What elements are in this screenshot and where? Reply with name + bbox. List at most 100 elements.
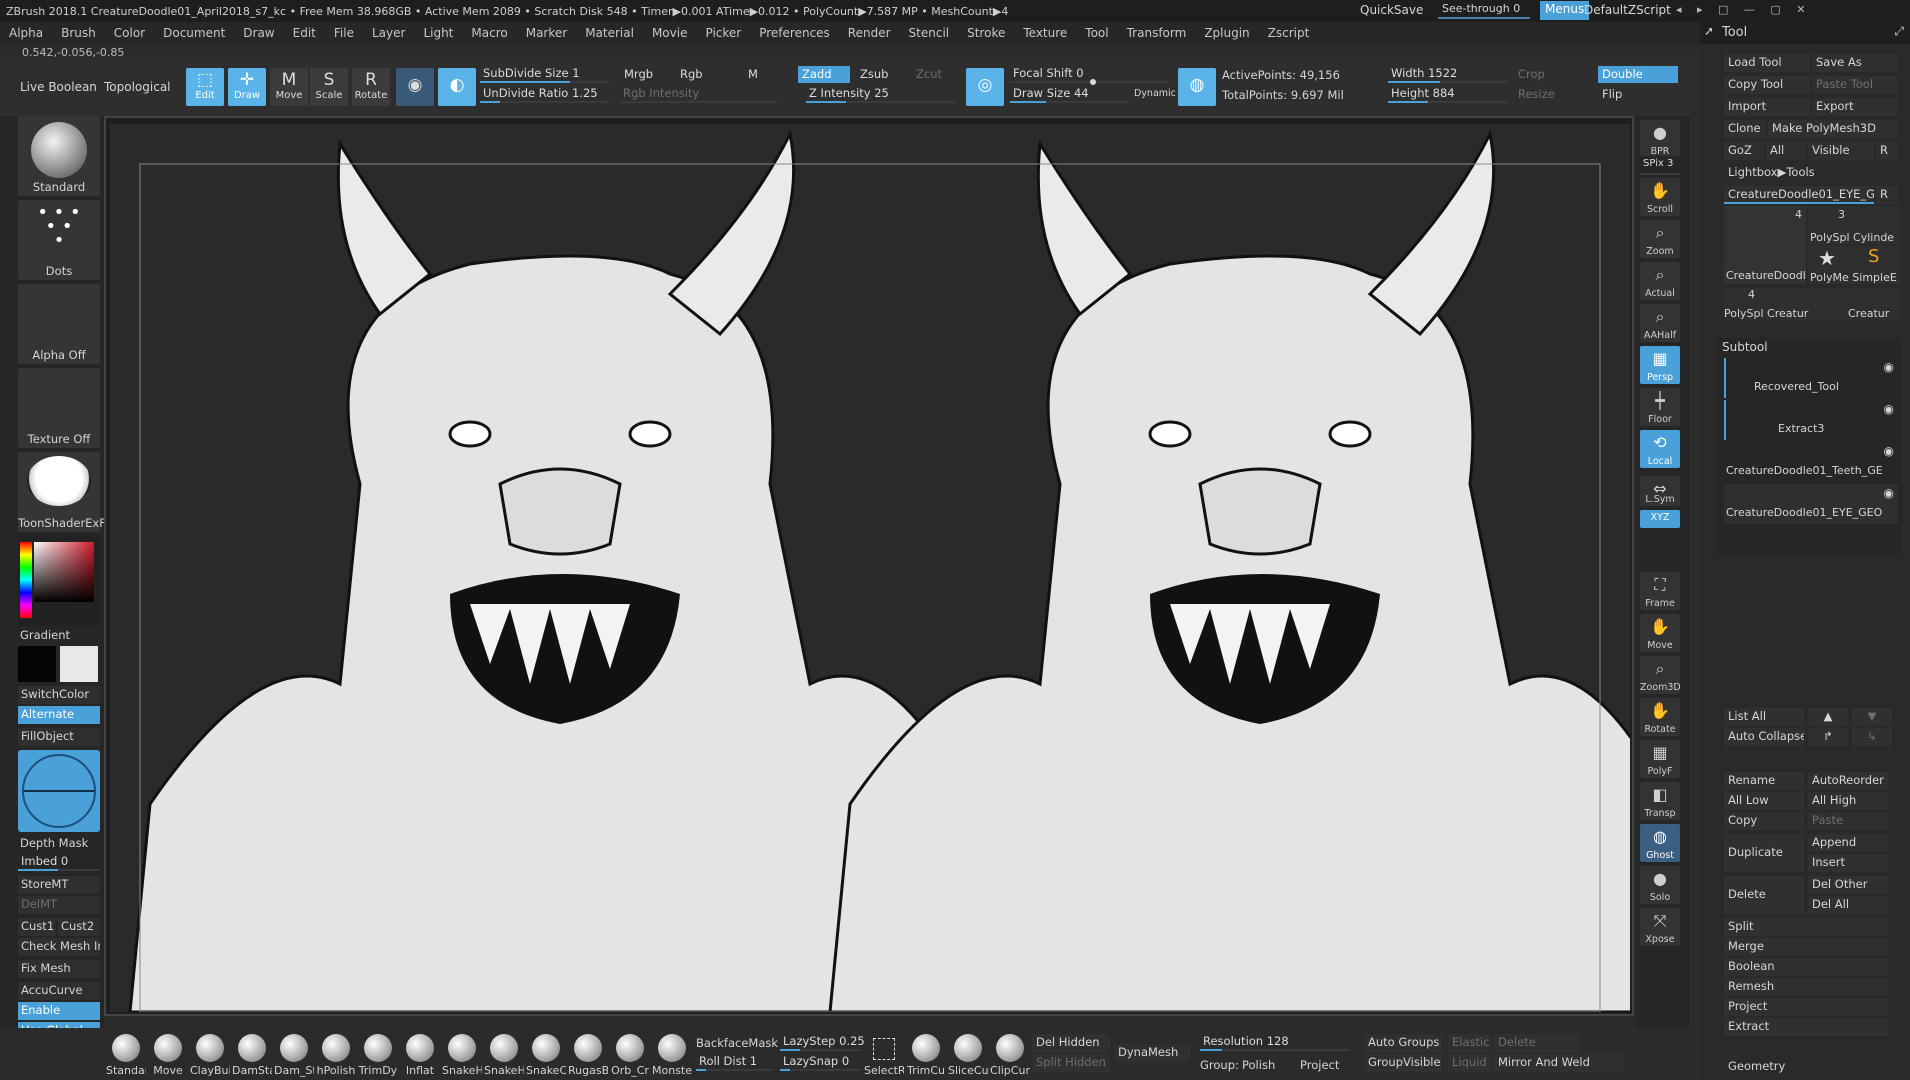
rgb-intensity-slider[interactable]: Rgb Intensity (620, 86, 778, 103)
menu-brush[interactable]: Brush (52, 26, 105, 40)
menu-material[interactable]: Material (576, 26, 643, 40)
all-low-button[interactable]: All Low (1724, 792, 1804, 810)
menu-tool[interactable]: Tool (1076, 26, 1117, 40)
visibility-eye-icon[interactable]: ◉ (1884, 444, 1894, 458)
xpose-button[interactable]: ⤧ Xpose (1640, 908, 1680, 946)
alternate-button[interactable]: Alternate (18, 706, 100, 724)
bpr-button[interactable]: ● BPR (1640, 120, 1680, 157)
menu-stencil[interactable]: Stencil (900, 26, 959, 40)
menu-preferences[interactable]: Preferences (750, 26, 839, 40)
clone-button[interactable]: Clone (1724, 120, 1766, 138)
depth-mask-gauge[interactable] (18, 750, 100, 832)
zsub-button[interactable]: Zsub (856, 66, 908, 83)
brush-slot[interactable]: Monste (652, 1034, 692, 1078)
aahalf-button[interactable]: ⌕ AAHalf (1640, 304, 1680, 342)
tool-thumb-polymesh-simple[interactable]: ★ S PolyMe SimpleE (1808, 246, 1900, 284)
stroke-preview-icon[interactable]: ◐ (438, 68, 476, 106)
local-button[interactable]: ⟲ Local (1640, 430, 1680, 468)
auto-collapse-button[interactable]: Auto Collapse (1724, 728, 1804, 746)
paste-subtool-button[interactable]: Paste (1808, 812, 1888, 830)
cust1-button[interactable]: Cust1 (18, 918, 56, 936)
texture-selector[interactable]: Texture Off (18, 368, 100, 448)
roll-dist-slider[interactable]: Roll Dist 1 (696, 1054, 772, 1071)
zoom3d-button[interactable]: ⌕ Zoom3D (1640, 656, 1681, 694)
color-picker[interactable] (18, 536, 100, 626)
main-color-swatch[interactable] (18, 646, 56, 682)
window-control-icons[interactable]: ◂ ▸ □ — ▢ ✕ (1676, 3, 1812, 16)
menu-stroke[interactable]: Stroke (958, 26, 1014, 40)
zcut-button[interactable]: Zcut (912, 66, 962, 83)
subdivide-size-slider[interactable]: SubDivide Size 1 (480, 66, 610, 83)
list-all-button[interactable]: List All (1724, 708, 1804, 726)
move-view-button[interactable]: ✋ Move (1640, 614, 1680, 652)
frame-button[interactable]: ⛶ Frame (1640, 572, 1680, 610)
xyz-button[interactable]: XYZ (1640, 510, 1680, 528)
append-button[interactable]: Append (1808, 834, 1888, 852)
document-width-slider[interactable]: Width 1522 (1388, 66, 1508, 83)
save-as-button[interactable]: Save As (1812, 54, 1898, 72)
backface-mask-button[interactable]: BackfaceMask (696, 1036, 778, 1050)
rename-button[interactable]: Rename (1724, 772, 1804, 790)
lazy-step-slider[interactable]: LazyStep 0.25 (780, 1034, 865, 1051)
floor-button[interactable]: ┿ Floor (1640, 388, 1680, 426)
menu-draw[interactable]: Draw (234, 26, 283, 40)
double-button[interactable]: Double (1598, 66, 1678, 83)
brush-slot[interactable]: ClayBui (190, 1034, 230, 1078)
spix-slider[interactable]: SPix 3 (1640, 158, 1680, 175)
enable-button[interactable]: Enable (18, 1002, 100, 1020)
mrgb-button[interactable]: Mrgb (620, 66, 680, 83)
cust2-button[interactable]: Cust2 (58, 918, 100, 936)
del-all-button[interactable]: Del All (1808, 896, 1888, 914)
m-button[interactable]: M (744, 66, 794, 83)
see-through-slider[interactable]: See-through 0 (1438, 2, 1530, 19)
gradient-toggle[interactable]: Gradient (20, 628, 70, 642)
mirror-and-weld-button[interactable]: Mirror And Weld (1494, 1054, 1624, 1072)
scroll-button[interactable]: ✋ Scroll (1640, 178, 1680, 216)
menu-macro[interactable]: Macro (462, 26, 516, 40)
rotate-view-button[interactable]: ✋ Rotate (1640, 698, 1680, 736)
visibility-eye-icon[interactable]: ◉ (1884, 360, 1894, 374)
focal-shift-slider[interactable]: Focal Shift 0 (1010, 66, 1170, 85)
trim-curve-button[interactable]: TrimCu (906, 1034, 946, 1078)
del-other-button[interactable]: Del Other (1808, 876, 1888, 894)
merge-button[interactable]: Merge (1724, 938, 1888, 956)
menu-document[interactable]: Document (154, 26, 234, 40)
zoom-button[interactable]: ⌕ Zoom (1640, 220, 1680, 258)
switch-color-button[interactable]: SwitchColor (18, 686, 100, 704)
fill-object-button[interactable]: FillObject (18, 728, 100, 746)
brush-slot[interactable]: RugasB (568, 1034, 608, 1078)
draw-mode-button[interactable]: ✛ Draw (228, 68, 266, 106)
default-zscript-button[interactable]: DefaultZScript (1584, 3, 1671, 17)
z-intensity-slider[interactable]: Z Intensity 25 (806, 86, 956, 103)
split-hidden-button[interactable]: Split Hidden (1032, 1054, 1110, 1072)
brush-slot[interactable]: SnakeC (526, 1034, 566, 1078)
menu-transform[interactable]: Transform (1118, 26, 1196, 40)
dynamic-draw-icon[interactable]: ◍ (1178, 68, 1216, 106)
dynamesh-project-toggle[interactable]: Project (1300, 1058, 1339, 1072)
lazy-snap-slider[interactable]: LazySnap 0 (780, 1054, 860, 1071)
rgb-button[interactable]: Rgb (676, 66, 736, 83)
menu-render[interactable]: Render (839, 26, 900, 40)
menu-layer[interactable]: Layer (363, 26, 414, 40)
store-mt-button[interactable]: StoreMT (18, 876, 100, 894)
menu-picker[interactable]: Picker (696, 26, 750, 40)
subtool-item[interactable]: ◉ Extract3 (1724, 400, 1898, 440)
brush-slot[interactable]: Move (148, 1034, 188, 1078)
clip-curve-button[interactable]: ClipCur (990, 1034, 1030, 1078)
move-mode-button[interactable]: M Move (270, 68, 308, 106)
subtool-item[interactable]: ◉ Recovered_Tool (1724, 358, 1898, 398)
visibility-eye-icon[interactable]: ◉ (1884, 402, 1894, 416)
brush-slot[interactable]: Orb_Cr (610, 1034, 650, 1078)
brush-preview-icon[interactable]: ◉ (396, 68, 434, 106)
export-button[interactable]: Export (1812, 98, 1898, 116)
all-high-button[interactable]: All High (1808, 792, 1888, 810)
current-tool-r-button[interactable]: R (1876, 186, 1898, 204)
current-tool-name[interactable]: CreatureDoodle01_EYE_GE (1724, 186, 1874, 204)
zremesher-delete-button[interactable]: Delete (1494, 1034, 1580, 1052)
subtool-item-selected[interactable]: ◉ CreatureDoodle01_EYE_GEO (1724, 484, 1898, 524)
boolean-button[interactable]: Boolean (1724, 958, 1888, 976)
tool-thumb-polysphere-cylinder[interactable]: 3 PolySpl Cylinde (1808, 206, 1900, 244)
auto-groups-button[interactable]: Auto Groups (1364, 1034, 1442, 1052)
remesh-button[interactable]: Remesh (1724, 978, 1888, 996)
brush-slot[interactable]: SnakeH (442, 1034, 482, 1078)
